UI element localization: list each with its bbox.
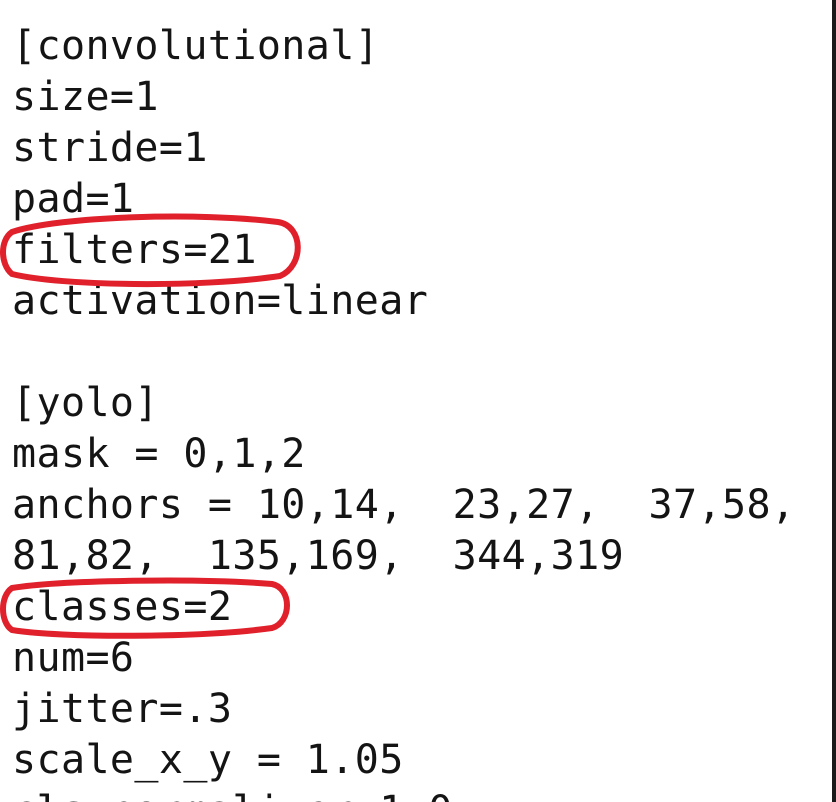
code-line-size: size=1 <box>12 74 159 120</box>
code-line-section-convolutional: [convolutional] <box>12 23 380 69</box>
highlight-ellipse-classes <box>0 577 290 639</box>
code-editor-viewport: [convolutional] size=1 stride=1 pad=1 fi… <box>0 0 836 802</box>
highlight-ellipse-filters <box>0 213 301 288</box>
code-line-section-yolo: [yolo] <box>12 380 159 426</box>
window-right-border <box>832 0 836 802</box>
code-line-jitter: jitter=.3 <box>12 686 233 732</box>
code-line-mask: mask = 0,1,2 <box>12 431 306 477</box>
code-line-anchors: anchors = 10,14, 23,27, 37,58, <box>12 482 796 528</box>
code-line-stride: stride=1 <box>12 125 208 171</box>
code-line-scale-x-y: scale_x_y = 1.05 <box>12 737 404 783</box>
code-line-cls-normalizer: cls_normalizer=1.0 <box>12 786 453 802</box>
